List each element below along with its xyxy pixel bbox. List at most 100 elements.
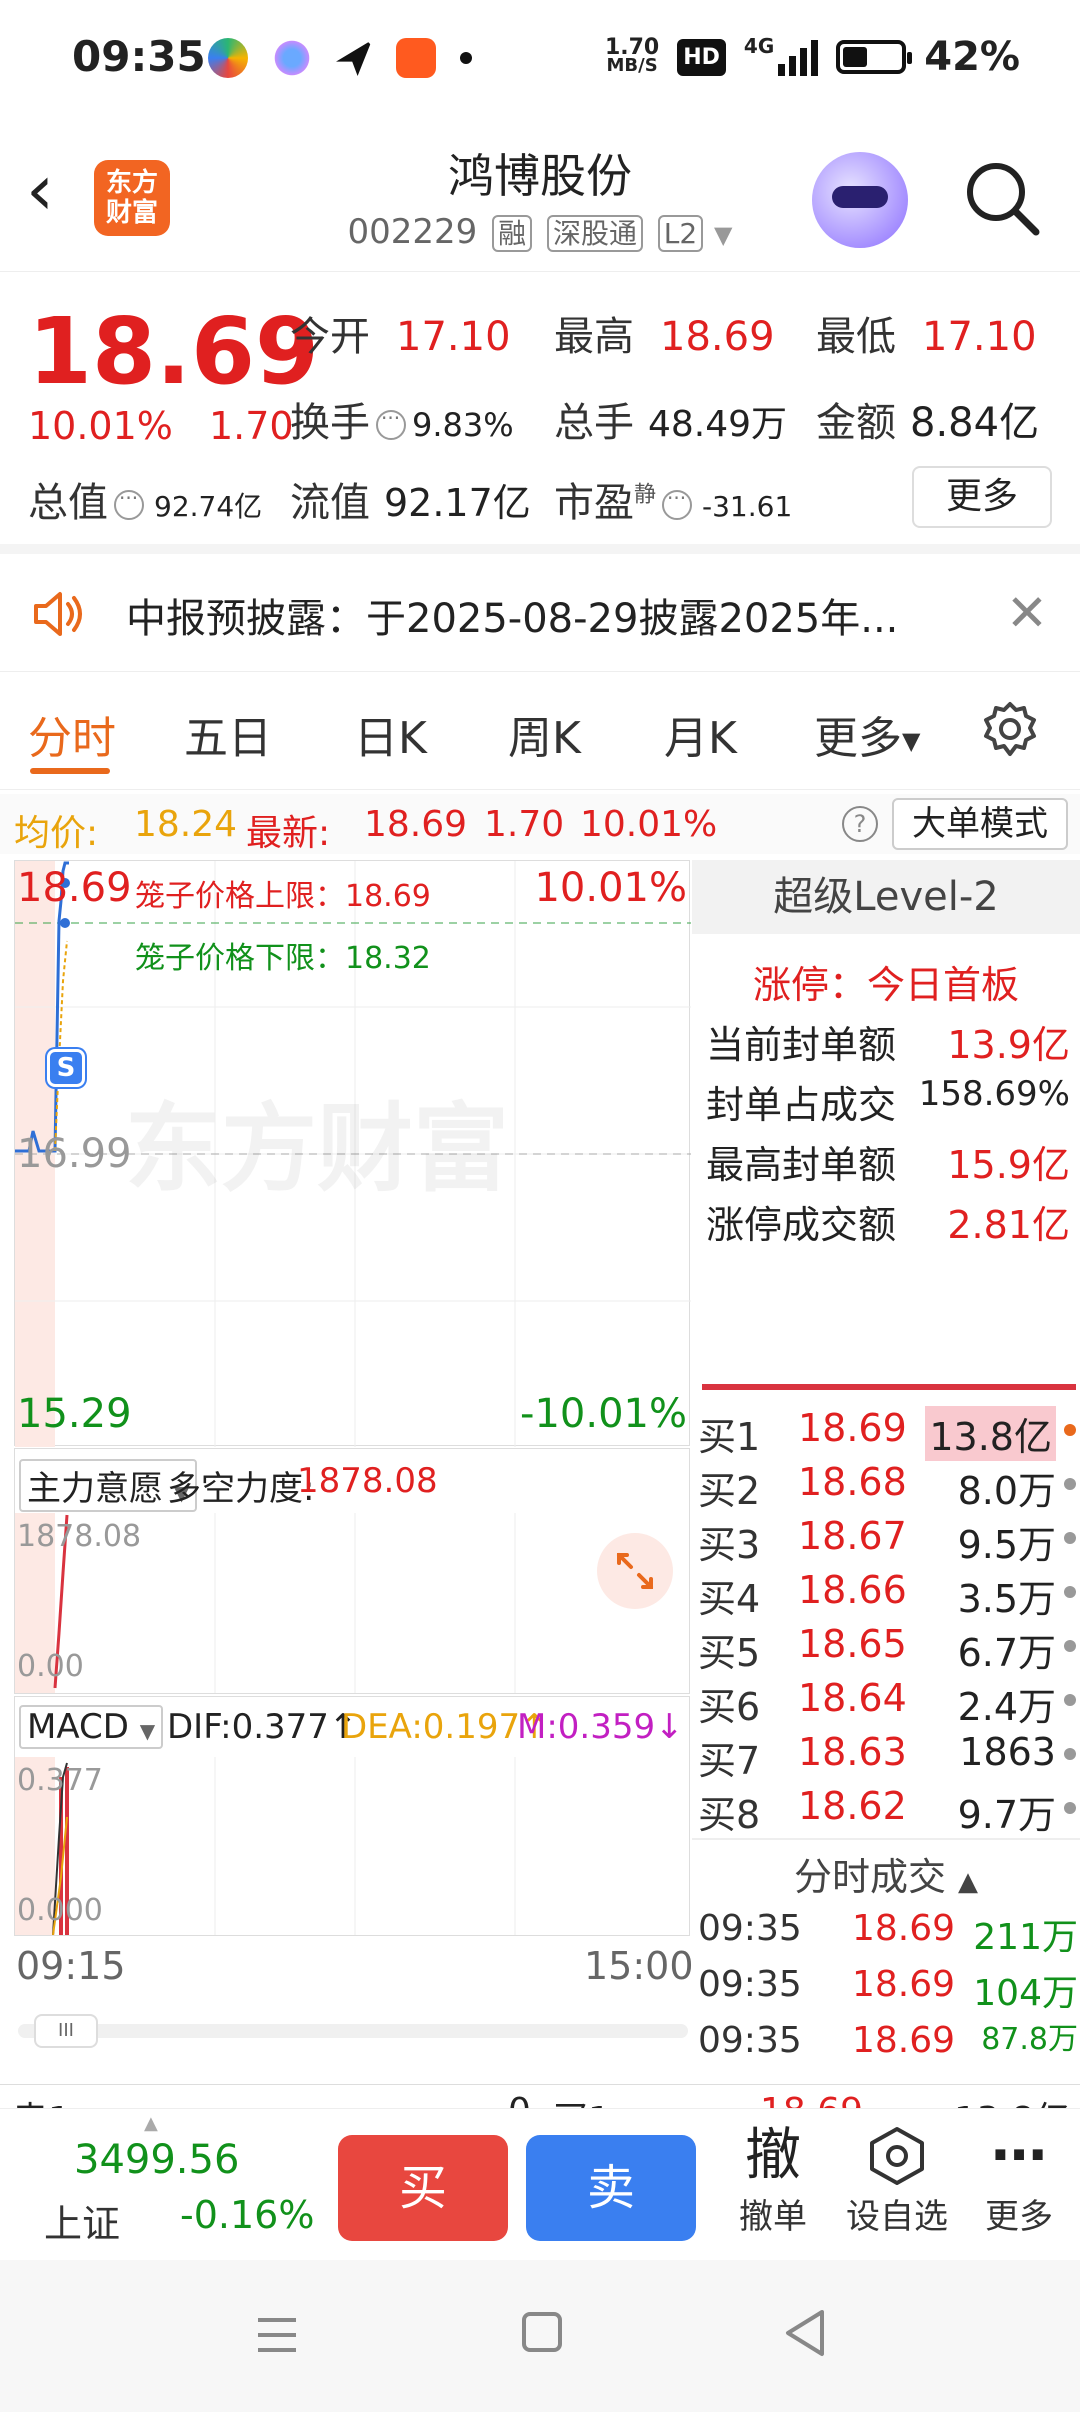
- scrollbar-handle[interactable]: III: [34, 2014, 98, 2048]
- bid-dot-icon: [1064, 1748, 1076, 1760]
- trade-row: 09:35 18.69 211万: [698, 1908, 1078, 1964]
- bid-row[interactable]: 买8 18.62 9.7万: [698, 1784, 1078, 1838]
- time-axis-start: 09:15: [16, 1944, 126, 1988]
- macd-indicator[interactable]: MACD ▼ DIF:0.377↑ DEA:0.197↑ M:0.359↓ 0.…: [14, 1696, 690, 1936]
- amount-field: 金额 8.84亿: [816, 390, 1039, 448]
- volume-label: 总手: [554, 400, 634, 446]
- cancel-order-label: 撤单: [739, 2197, 807, 2237]
- menu-icon[interactable]: [254, 2312, 300, 2358]
- bid-price: 18.63: [798, 1730, 907, 1774]
- macd-select[interactable]: MACD ▼: [19, 1705, 164, 1749]
- net-speed: 1.70 MB/S: [605, 37, 659, 75]
- sell-button[interactable]: 卖: [526, 2135, 696, 2241]
- notification-icons: [208, 38, 472, 78]
- bid-row[interactable]: 买3 18.67 9.5万: [698, 1514, 1078, 1568]
- latest-label: 最新:: [246, 813, 331, 854]
- more-dots-icon: ⋯: [991, 2123, 1047, 2188]
- robot-assistant-icon[interactable]: [812, 152, 908, 248]
- macd-select-label: MACD: [27, 1707, 129, 1747]
- info-dots-icon[interactable]: [114, 486, 144, 520]
- bid-row[interactable]: 买1 18.69 13.8亿: [698, 1406, 1078, 1461]
- max-seal-label: 最高封单额: [706, 1143, 897, 1187]
- pe-field: 市盈静 -31.61: [554, 470, 792, 528]
- stock-name: 鸿博股份: [448, 149, 632, 203]
- search-icon[interactable]: [962, 158, 1042, 238]
- level2-title[interactable]: 超级Level-2: [692, 860, 1080, 934]
- indicator-label: 多空力度:: [167, 1469, 315, 1509]
- bid-dot-icon: [1064, 1586, 1076, 1598]
- change-amount: 1.70: [209, 404, 294, 448]
- add-watchlist-label: 设自选: [846, 2197, 948, 2237]
- chart-scrollbar[interactable]: [18, 2024, 688, 2038]
- macd-m-value: M:0.359: [517, 1707, 656, 1747]
- paper-plane-icon: [336, 40, 372, 76]
- network-type: 4G: [743, 34, 775, 58]
- close-icon[interactable]: ✕: [1006, 584, 1048, 642]
- trade-row: 09:35 18.69 87.8万: [698, 2020, 1078, 2076]
- trade-bottom-bar: ▲ 3499.56 上证 -0.16% 买 卖 撤 撤单 设自选 ⋯ 更多: [0, 2108, 1080, 2260]
- bid-row[interactable]: 买5 18.65 6.7万: [698, 1622, 1078, 1676]
- tab-more[interactable]: 更多▼: [814, 702, 920, 766]
- trades-title-label: 分时成交: [793, 1855, 946, 1899]
- trade-volume: 211万: [973, 1917, 1078, 1958]
- s-signal-marker[interactable]: S: [47, 1049, 85, 1087]
- stock-code-row[interactable]: 002229 融 深股通 L2 ▼: [0, 212, 1080, 252]
- tab-five-day[interactable]: 五日: [184, 702, 272, 766]
- bid-volume: 3.5万: [957, 1577, 1056, 1621]
- back-icon[interactable]: [782, 2308, 830, 2358]
- expand-icon[interactable]: [597, 1533, 673, 1609]
- average-price-bar: 均价: 18.24 最新: 18.69 1.70 10.01% ? 大单模式: [0, 794, 1080, 854]
- tab-intraday[interactable]: 分时: [28, 702, 116, 766]
- index-value[interactable]: 3499.56: [74, 2137, 239, 2183]
- high-value: 18.69: [660, 314, 775, 360]
- latest-change: 1.70: [484, 804, 565, 845]
- bid-label: 买5: [698, 1631, 761, 1675]
- trades-title[interactable]: 分时成交 ▲: [692, 1846, 1080, 1901]
- macd-header: MACD ▼ DIF:0.377↑ DEA:0.197↑ M:0.359↓: [15, 1697, 689, 1757]
- bid-row[interactable]: 买4 18.66 3.5万: [698, 1568, 1078, 1622]
- bid-price: 18.62: [798, 1784, 907, 1828]
- buy-button[interactable]: 买: [338, 2135, 508, 2241]
- divider: [692, 1838, 1080, 1840]
- main-force-indicator[interactable]: 主力意愿 ▼ 多空力度: 1878.08 1878.08 0.00: [14, 1448, 690, 1694]
- home-icon[interactable]: [520, 2310, 564, 2354]
- notice-bar[interactable]: 中报预披露：于2025-08-29披露2025年... ✕: [0, 554, 1080, 672]
- change-percent: 10.01%: [28, 404, 173, 448]
- margin-tag: 融: [492, 215, 533, 252]
- gear-icon[interactable]: [976, 698, 1044, 766]
- help-icon[interactable]: ?: [842, 806, 878, 842]
- index-name[interactable]: 上证: [44, 2193, 120, 2248]
- market-cap-label: 总值: [28, 480, 108, 526]
- bid-row[interactable]: 买2 18.68 8.0万: [698, 1460, 1078, 1514]
- cage-lower-label: 笼子价格下限：18.32: [135, 941, 431, 976]
- chart-tabs: 分时 五日 日K 周K 月K 更多▼: [0, 672, 1080, 790]
- more-button[interactable]: ⋯ 更多: [964, 2123, 1074, 2238]
- tab-weekly-k[interactable]: 周K: [508, 702, 581, 766]
- y-top-price: 18.69: [17, 865, 132, 911]
- bid-row[interactable]: 买7 18.63 1863: [698, 1730, 1078, 1784]
- add-watchlist-button[interactable]: 设自选: [842, 2123, 952, 2238]
- info-dots-icon[interactable]: [662, 486, 693, 520]
- bid-price: 18.66: [798, 1568, 907, 1612]
- more-label: 更多: [985, 2197, 1053, 2237]
- volume-value: 48.49万: [648, 404, 788, 445]
- bid-row[interactable]: 买6 18.64 2.4万: [698, 1676, 1078, 1730]
- tab-daily-k[interactable]: 日K: [354, 702, 427, 766]
- cancel-order-button[interactable]: 撤 撤单: [718, 2123, 828, 2238]
- intraday-chart[interactable]: 东方财富 18.69 10.01% 笼子价格上限：18.69 笼子价格下限：18…: [14, 860, 691, 1447]
- y-top-percent: 10.01%: [534, 865, 687, 911]
- caret-up-icon[interactable]: ▲: [144, 2113, 158, 2134]
- latest-value: 18.69: [364, 804, 468, 845]
- index-change[interactable]: -0.16%: [180, 2193, 314, 2237]
- info-dots-icon[interactable]: [376, 406, 406, 440]
- trade-price: 18.69: [852, 1908, 956, 1949]
- bid-volume: 6.7万: [957, 1631, 1056, 1675]
- divider: [702, 1384, 1076, 1390]
- active-tab-indicator: [30, 768, 110, 774]
- tab-monthly-k[interactable]: 月K: [664, 702, 737, 766]
- big-order-mode-button[interactable]: 大单模式: [892, 798, 1068, 850]
- float-cap-label: 流值: [290, 480, 370, 526]
- amount-value: 8.84亿: [910, 400, 1040, 446]
- status-right: 1.70 MB/S HD 4G 42%: [605, 34, 1020, 80]
- more-quote-button[interactable]: 更多: [912, 466, 1052, 528]
